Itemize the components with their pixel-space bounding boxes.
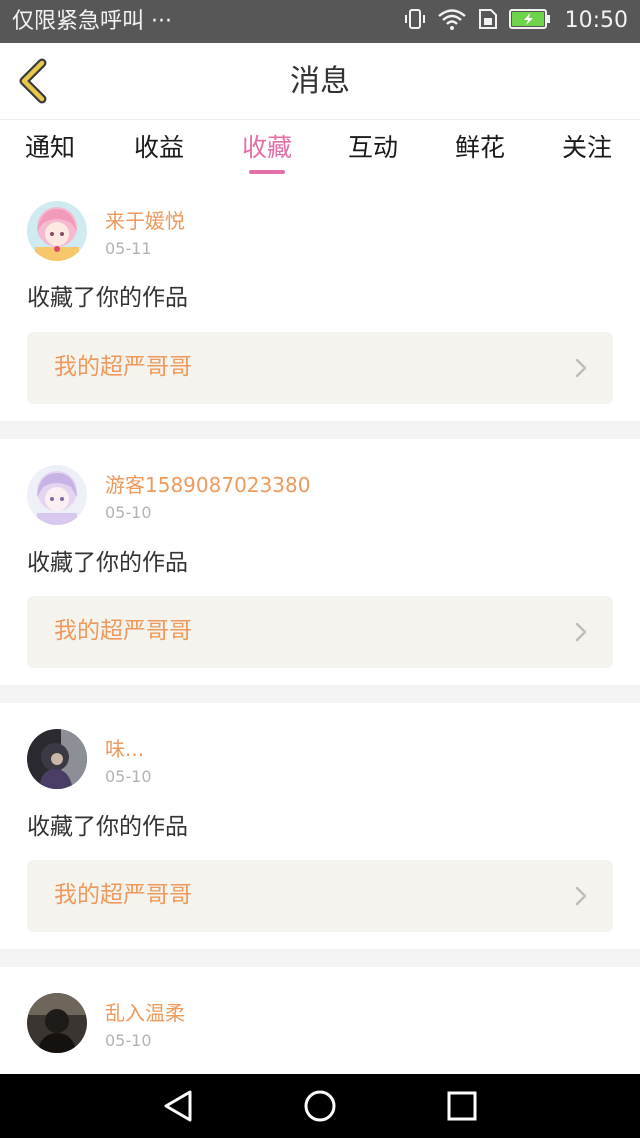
status-icons: 10:50 xyxy=(403,6,628,36)
status-text: 仅限紧急呼叫 ··· xyxy=(12,9,172,34)
back-triangle-icon[interactable] xyxy=(160,1088,196,1124)
divider xyxy=(0,421,640,439)
tab-favorites[interactable]: 收藏 xyxy=(242,131,292,165)
message-card: 乱入温柔 05-10 xyxy=(0,967,640,1074)
battery-charging-icon xyxy=(508,8,551,34)
work-title: 我的超严哥哥 xyxy=(54,618,192,644)
recents-square-icon[interactable] xyxy=(444,1088,480,1124)
message-card: 来于媛悦 05-11 收藏了你的作品 我的超严哥哥 xyxy=(0,184,640,421)
chevron-right-icon xyxy=(573,356,589,380)
navigation-bar xyxy=(0,1074,640,1138)
message-card: 游客1589087023380 05-10 收藏了你的作品 我的超严哥哥 xyxy=(0,439,640,676)
tab-notifications[interactable]: 通知 xyxy=(25,131,75,165)
action-text: 收藏了你的作品 xyxy=(27,285,188,311)
page-title: 消息 xyxy=(290,64,350,99)
work-title: 我的超严哥哥 xyxy=(54,882,192,908)
wifi-icon xyxy=(437,7,467,35)
work-link[interactable]: 我的超严哥哥 xyxy=(27,860,613,932)
avatar[interactable] xyxy=(27,201,87,261)
divider xyxy=(0,685,640,703)
sim-icon xyxy=(477,7,499,35)
user-name[interactable]: 乱入温柔 xyxy=(105,1000,185,1026)
user-name[interactable]: 来于媛悦 xyxy=(105,208,185,234)
work-title: 我的超严哥哥 xyxy=(54,354,192,380)
active-tab-indicator xyxy=(249,170,285,174)
post-date: 05-11 xyxy=(105,239,152,258)
avatar[interactable] xyxy=(27,465,87,525)
work-link[interactable]: 我的超严哥哥 xyxy=(27,596,613,668)
user-name[interactable]: 游客1589087023380 xyxy=(105,472,310,498)
header: 消息 xyxy=(0,43,640,120)
chevron-right-icon xyxy=(573,884,589,908)
work-link[interactable]: 我的超严哥哥 xyxy=(27,332,613,404)
tab-follows[interactable]: 关注 xyxy=(562,131,612,165)
action-text: 收藏了你的作品 xyxy=(27,814,188,840)
post-date: 05-10 xyxy=(105,1031,152,1050)
post-date: 05-10 xyxy=(105,767,152,786)
avatar[interactable] xyxy=(27,993,87,1053)
action-text: 收藏了你的作品 xyxy=(27,550,188,576)
status-bar: 仅限紧急呼叫 ··· 10:50 xyxy=(0,0,640,43)
user-name[interactable]: 味... xyxy=(105,736,144,762)
tab-interactions[interactable]: 互动 xyxy=(348,131,398,165)
status-time: 10:50 xyxy=(564,8,628,33)
tab-earnings[interactable]: 收益 xyxy=(134,131,184,165)
avatar[interactable] xyxy=(27,729,87,789)
divider xyxy=(0,949,640,967)
post-date: 05-10 xyxy=(105,503,152,522)
tab-bar: 通知 收益 收藏 互动 鲜花 关注 xyxy=(0,120,640,184)
vibrate-icon xyxy=(403,7,427,35)
home-circle-icon[interactable] xyxy=(302,1088,338,1124)
tab-flowers[interactable]: 鲜花 xyxy=(455,131,505,165)
message-card: 味... 05-10 收藏了你的作品 我的超严哥哥 xyxy=(0,703,640,940)
chevron-right-icon xyxy=(573,620,589,644)
